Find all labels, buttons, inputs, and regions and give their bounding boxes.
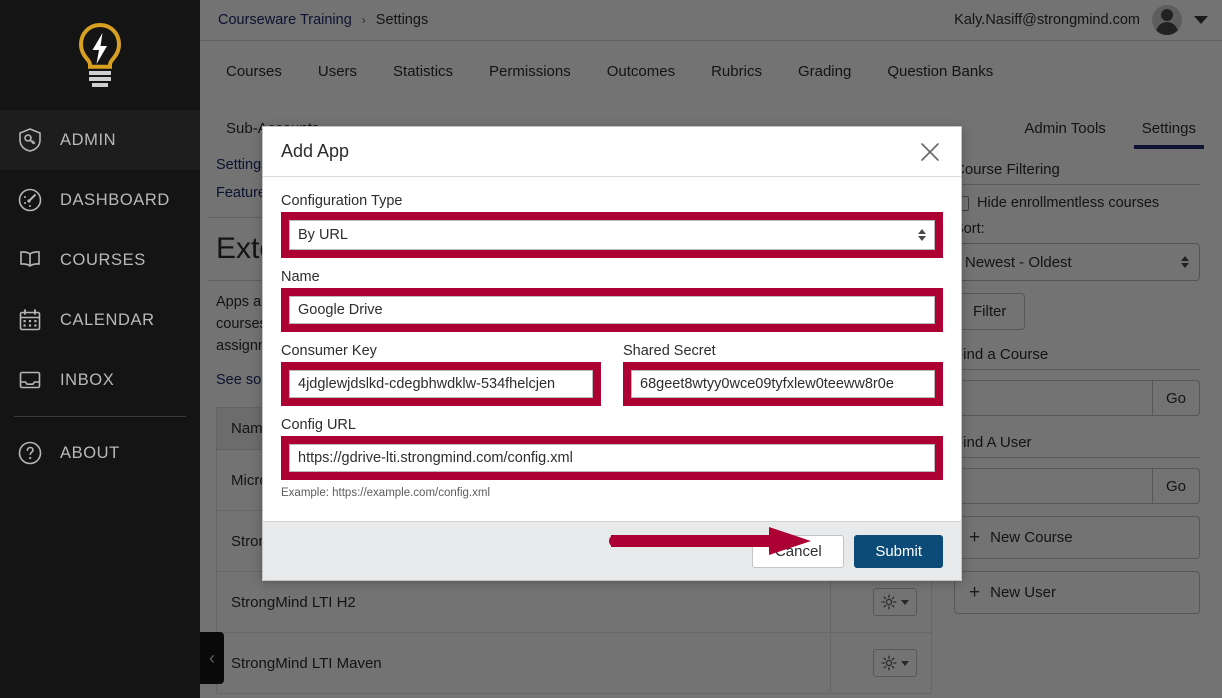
sidebar-item-admin[interactable]: ADMIN <box>0 110 200 170</box>
nav-divider <box>14 416 186 417</box>
lightbulb-logo[interactable] <box>0 0 200 110</box>
select-spinner-icon <box>918 229 926 241</box>
app-root: ADMIN DASHBOARD COURSES CALENDAR INBOX A… <box>0 0 1222 698</box>
close-icon[interactable] <box>917 139 943 165</box>
shared-secret-input[interactable] <box>631 370 935 398</box>
question-circle-icon <box>16 439 44 467</box>
name-label: Name <box>281 269 320 285</box>
name-group: Name <box>281 269 943 332</box>
shared-secret-highlight <box>623 362 943 406</box>
configuration-type-value: By URL <box>298 227 348 243</box>
sidebar-item-label: DASHBOARD <box>60 190 170 209</box>
add-app-dialog: Add App Configuration Type By URL Name G… <box>262 126 962 581</box>
configuration-type-highlight: By URL <box>281 212 943 258</box>
speedometer-icon <box>16 186 44 214</box>
configuration-type-group: Configuration Type By URL <box>281 193 943 258</box>
global-navigation: ADMIN DASHBOARD COURSES CALENDAR INBOX A… <box>0 0 200 698</box>
consumer-key-highlight <box>281 362 601 406</box>
configuration-type-select[interactable]: By URL <box>289 220 935 250</box>
shield-key-icon <box>16 126 44 154</box>
consumer-key-label: Consumer Key <box>281 343 377 359</box>
config-url-input[interactable] <box>289 444 935 472</box>
configuration-type-label: Configuration Type <box>281 193 403 209</box>
dialog-body: Configuration Type By URL Name Consumer … <box>263 177 961 521</box>
dialog-footer: Cancel Submit <box>263 521 961 580</box>
sidebar-item-label: ABOUT <box>60 443 120 462</box>
shared-secret-group: Shared Secret <box>623 343 943 406</box>
shared-secret-label: Shared Secret <box>623 343 716 359</box>
name-input[interactable] <box>289 296 935 324</box>
sidebar-item-dashboard[interactable]: DASHBOARD <box>0 170 200 230</box>
sidebar-item-courses[interactable]: COURSES <box>0 230 200 290</box>
calendar-icon <box>16 306 44 334</box>
config-url-label: Config URL <box>281 417 356 433</box>
submit-button[interactable]: Submit <box>854 534 943 568</box>
consumer-key-group: Consumer Key <box>281 343 601 406</box>
config-url-highlight <box>281 436 943 480</box>
key-secret-row: Consumer Key Shared Secret <box>281 343 943 406</box>
config-url-hint: Example: https://example.com/config.xml <box>281 487 490 499</box>
sidebar-item-inbox[interactable]: INBOX <box>0 350 200 410</box>
sidebar-item-calendar[interactable]: CALENDAR <box>0 290 200 350</box>
sidebar-item-label: CALENDAR <box>60 310 155 329</box>
name-highlight <box>281 288 943 332</box>
config-url-group: Config URL Example: https://example.com/… <box>281 417 943 499</box>
sidebar-item-about[interactable]: ABOUT <box>0 423 200 483</box>
dialog-header: Add App <box>263 127 961 177</box>
cancel-button[interactable]: Cancel <box>752 534 845 568</box>
dialog-title: Add App <box>281 141 350 161</box>
consumer-key-input[interactable] <box>289 370 593 398</box>
sidebar-item-label: ADMIN <box>60 130 117 149</box>
inbox-icon <box>16 366 44 394</box>
sidebar-item-label: INBOX <box>60 370 115 389</box>
book-icon <box>16 246 44 274</box>
sidebar-item-label: COURSES <box>60 250 146 269</box>
